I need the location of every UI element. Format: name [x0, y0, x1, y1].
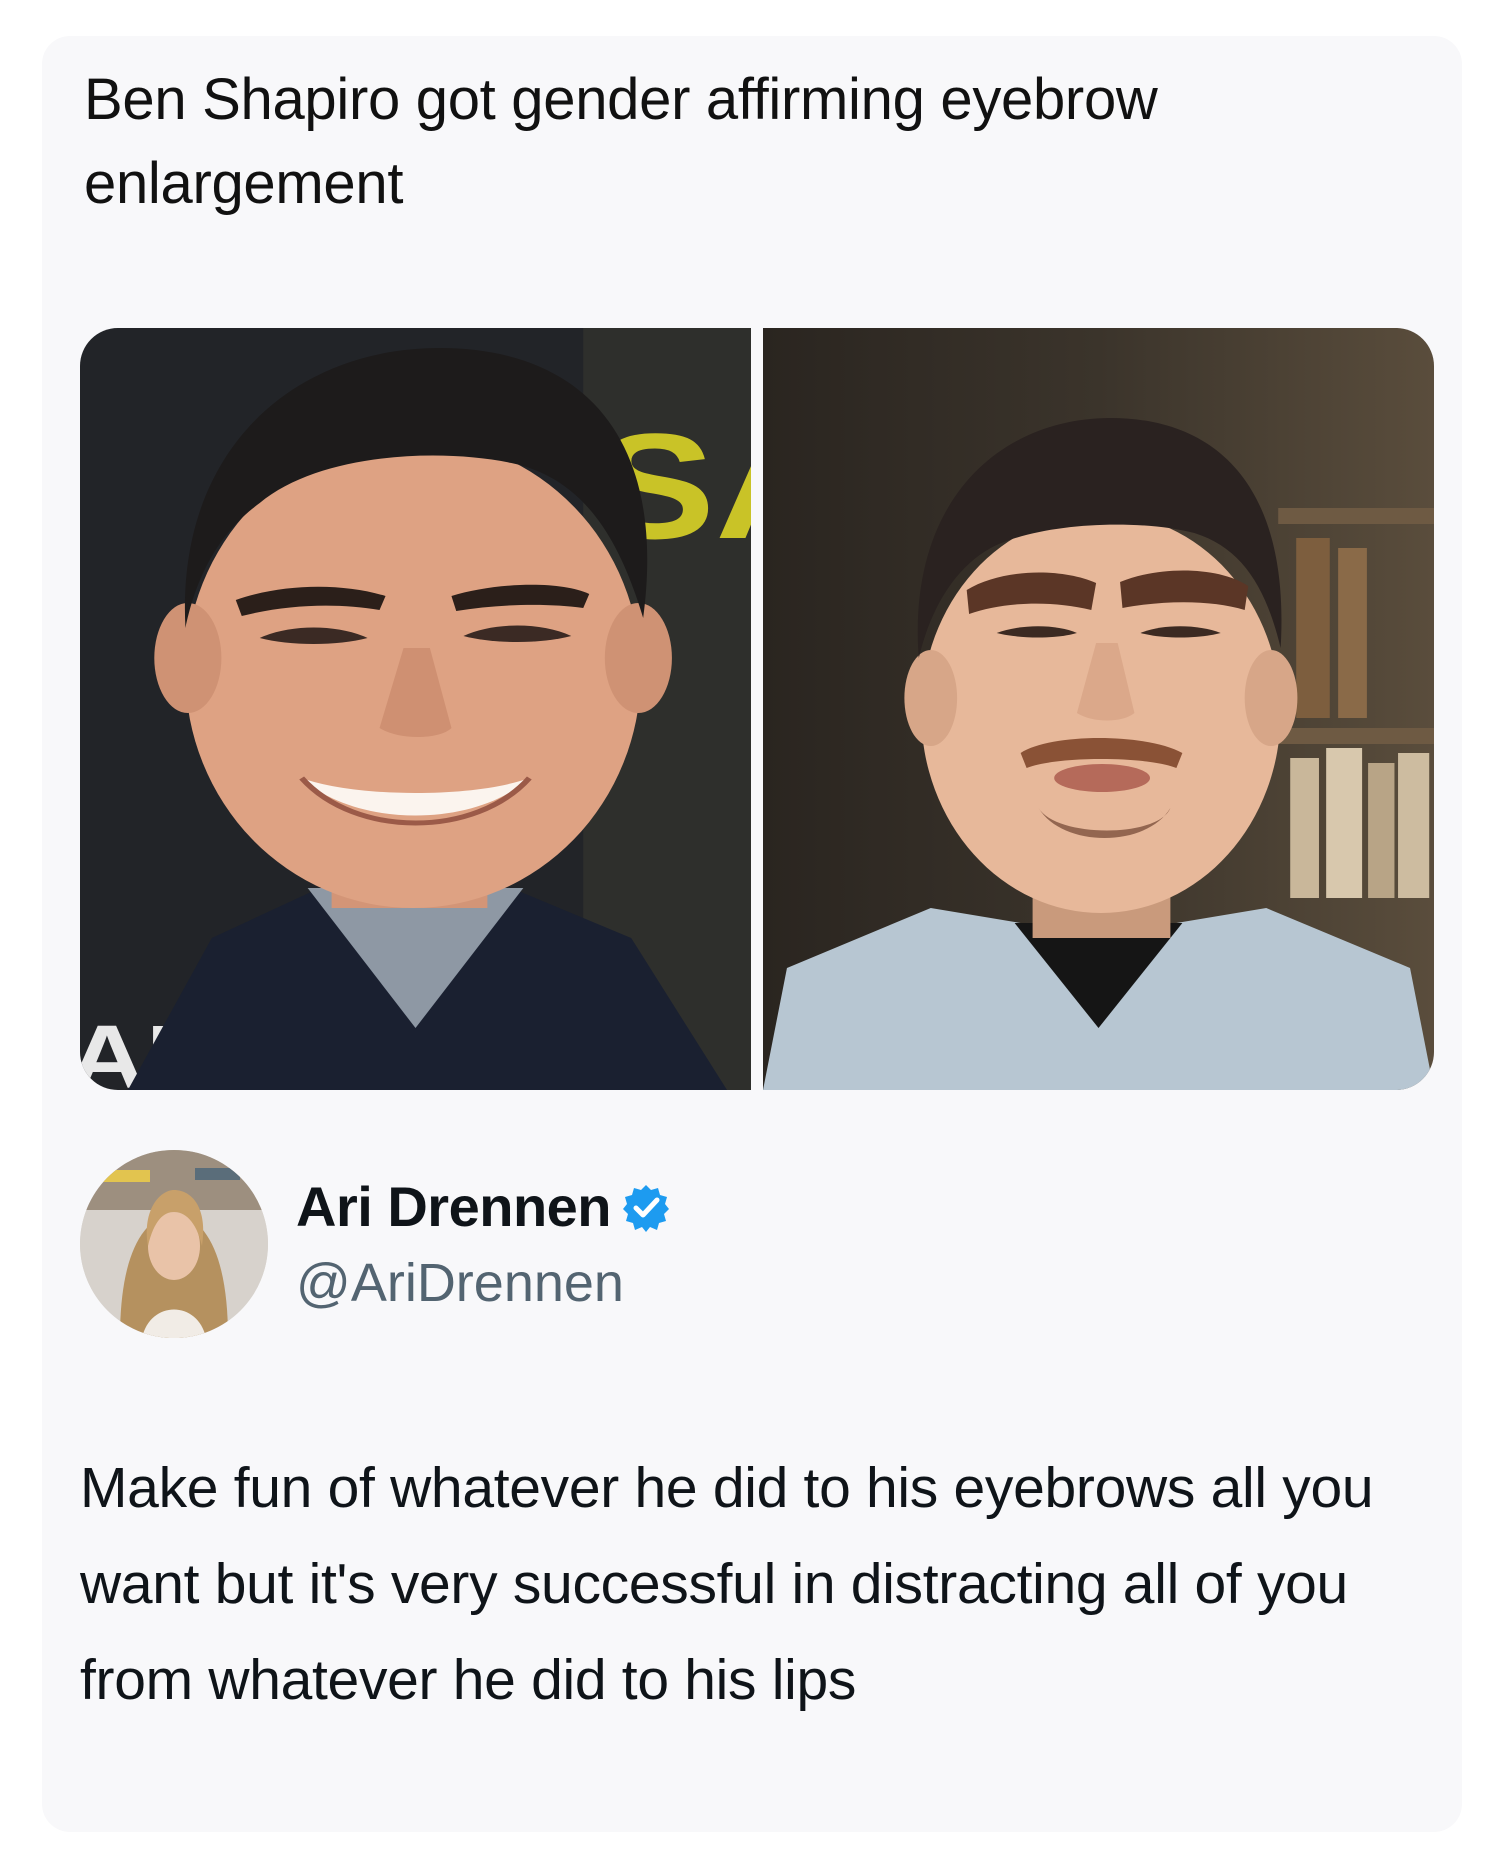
tweet-text: Make fun of whatever he did to his eyebr…	[80, 1456, 1374, 1712]
avatar-image	[80, 1150, 268, 1338]
photo-right[interactable]	[763, 328, 1434, 1090]
photo-left-image: SAF AL	[80, 328, 751, 1090]
avatar[interactable]	[80, 1150, 268, 1338]
verified-badge-icon	[621, 1182, 671, 1232]
author-name-row: Ari Drennen	[296, 1174, 671, 1239]
author-handle[interactable]: @AriDrennen	[296, 1252, 624, 1314]
post-caption: Ben Shapiro got gender affirming eyebrow…	[84, 67, 1158, 216]
author-display-name[interactable]: Ari Drennen	[296, 1174, 612, 1239]
photo-left[interactable]: SAF AL	[80, 328, 751, 1090]
tweet-author[interactable]: Ari Drennen @AriDrennen	[80, 1150, 980, 1340]
photo-right-image	[763, 328, 1434, 1090]
tweet-media-grid[interactable]: SAF AL	[80, 328, 1434, 1090]
